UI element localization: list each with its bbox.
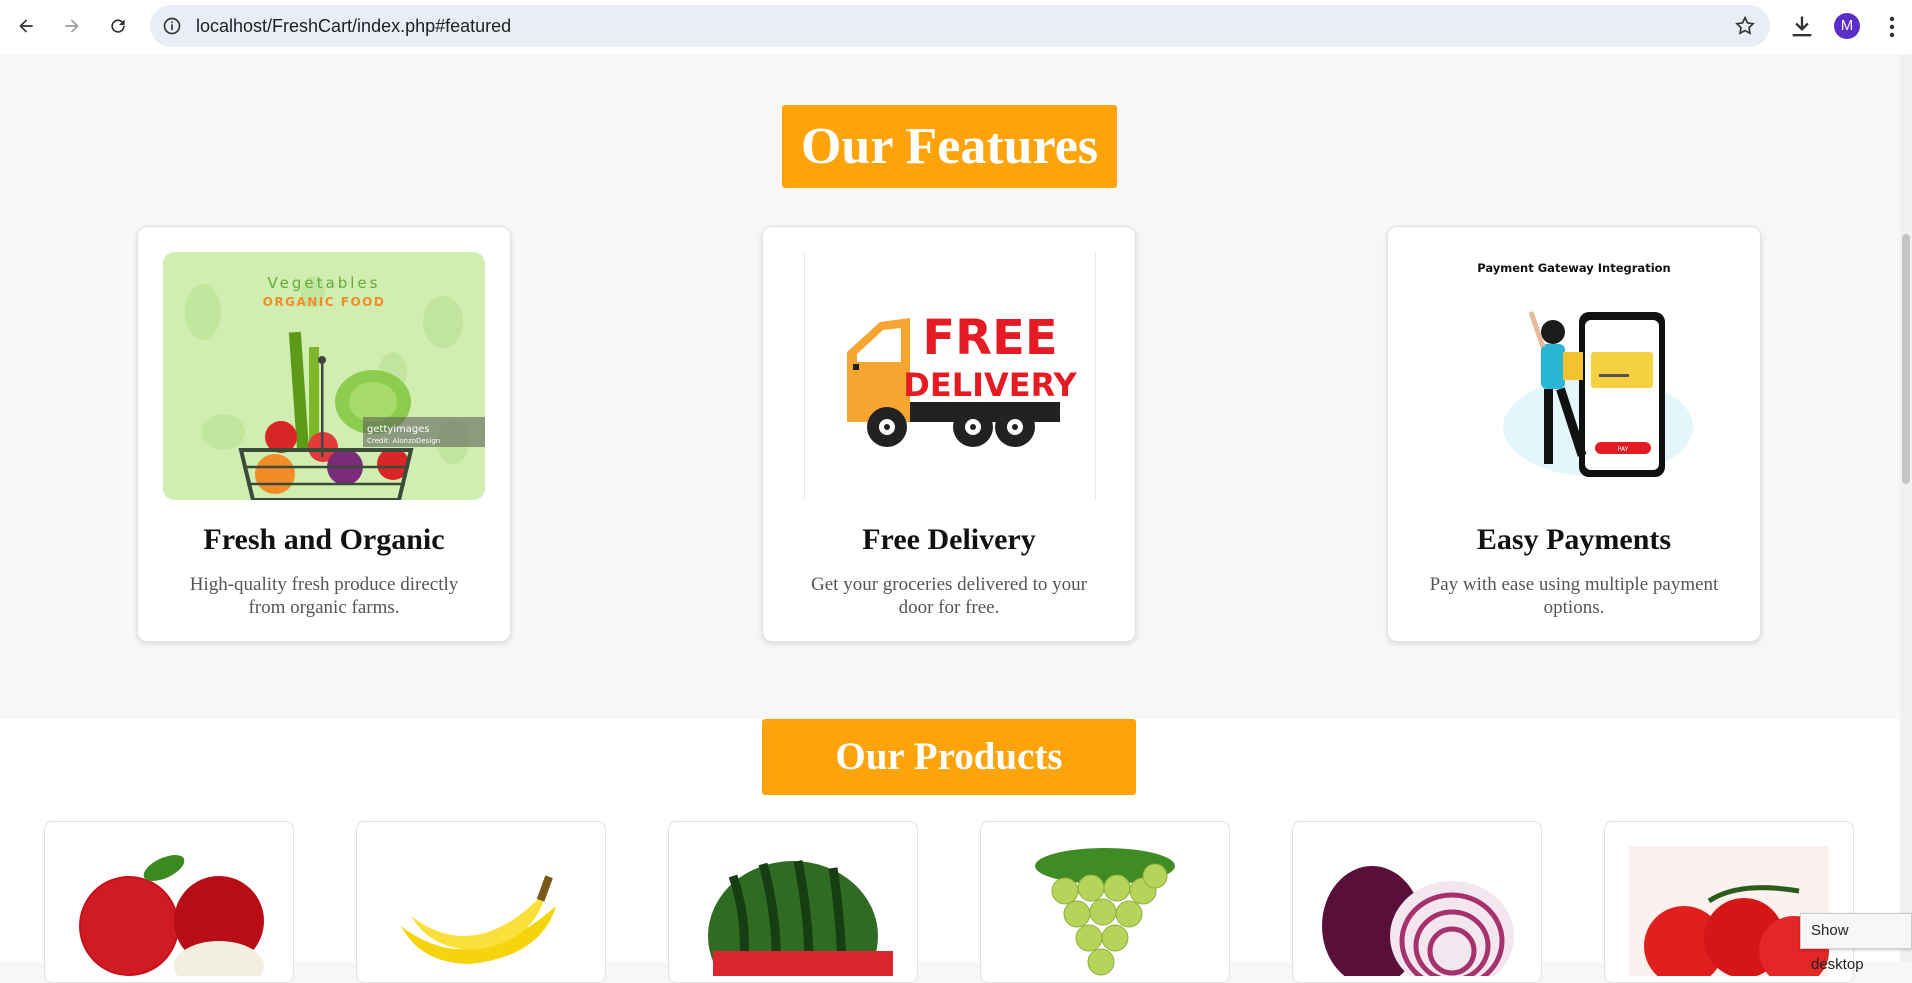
- feature-card-fresh: Vegetables ORGANIC FOOD gettyimages Cred…: [137, 226, 511, 642]
- onion-image: [1317, 846, 1517, 976]
- svg-text:Credit: AlonzoDesign: Credit: AlonzoDesign: [367, 437, 440, 445]
- page-scrollbar[interactable]: [1900, 54, 1912, 962]
- banana-image: [381, 846, 581, 976]
- card-title: Easy Payments: [1476, 523, 1672, 556]
- payment-gateway-text: Payment Gateway Integration: [1477, 261, 1670, 275]
- forward-icon[interactable]: [56, 10, 88, 42]
- back-icon[interactable]: [10, 10, 42, 42]
- card-title: Fresh and Organic: [203, 523, 445, 556]
- browser-toolbar: localhost/FreshCart/index.php#featured M: [0, 0, 1912, 55]
- feature-card-payments: Payment Gateway Integration PAY Easy Pay…: [1387, 226, 1761, 642]
- svg-text:PAY: PAY: [1618, 446, 1629, 453]
- address-bar[interactable]: localhost/FreshCart/index.php#featured: [150, 5, 1770, 47]
- product-card-apple[interactable]: [44, 821, 294, 983]
- bookmark-star-icon[interactable]: [1734, 15, 1756, 37]
- delivery-text: DELIVERY: [903, 366, 1077, 404]
- organic-food-image: Vegetables ORGANIC FOOD gettyimages Cred…: [163, 252, 485, 500]
- img-text-vegetables: Vegetables: [268, 274, 381, 292]
- kebab-menu-icon[interactable]: [1882, 13, 1902, 41]
- product-card-onion[interactable]: [1292, 821, 1542, 983]
- free-delivery-image: FREE DELIVERY: [804, 252, 1096, 500]
- avatar[interactable]: M: [1834, 13, 1860, 39]
- products-heading: Our Products: [762, 719, 1136, 795]
- reload-icon[interactable]: [102, 10, 134, 42]
- products-section: Our Products: [0, 719, 1900, 983]
- watermelon-image: [693, 846, 893, 976]
- download-icon[interactable]: [1788, 13, 1816, 41]
- apple-image: [69, 846, 269, 976]
- site-info-icon[interactable]: [162, 16, 182, 36]
- show-desktop-tooltip: Show desktop: [1800, 913, 1912, 973]
- features-heading: Our Features: [782, 105, 1117, 188]
- card-description: Pay with ease using multiple payment opt…: [1429, 574, 1719, 618]
- scrollbar-thumb[interactable]: [1902, 234, 1910, 484]
- card-description: High-quality fresh produce directly from…: [189, 574, 459, 618]
- card-title: Free Delivery: [862, 523, 1036, 556]
- grapes-image: [1005, 846, 1205, 976]
- features-section: Our Features Vegetables ORGANIC FOOD get…: [0, 54, 1900, 719]
- tomato-image: [1629, 846, 1829, 976]
- product-card-watermelon[interactable]: [668, 821, 918, 983]
- payment-gateway-image: Payment Gateway Integration PAY: [1413, 252, 1735, 500]
- url-text[interactable]: localhost/FreshCart/index.php#featured: [196, 5, 511, 47]
- getty-watermark: gettyimages: [367, 424, 430, 435]
- free-text: FREE: [922, 310, 1057, 366]
- svg-text:ORGANIC FOOD: ORGANIC FOOD: [263, 295, 386, 309]
- product-card-grapes[interactable]: [980, 821, 1230, 983]
- feature-card-delivery: FREE DELIVERY Free Delivery Get your gro…: [762, 226, 1136, 642]
- product-card-banana[interactable]: [356, 821, 606, 983]
- card-description: Get your groceries delivered to your doo…: [811, 574, 1087, 618]
